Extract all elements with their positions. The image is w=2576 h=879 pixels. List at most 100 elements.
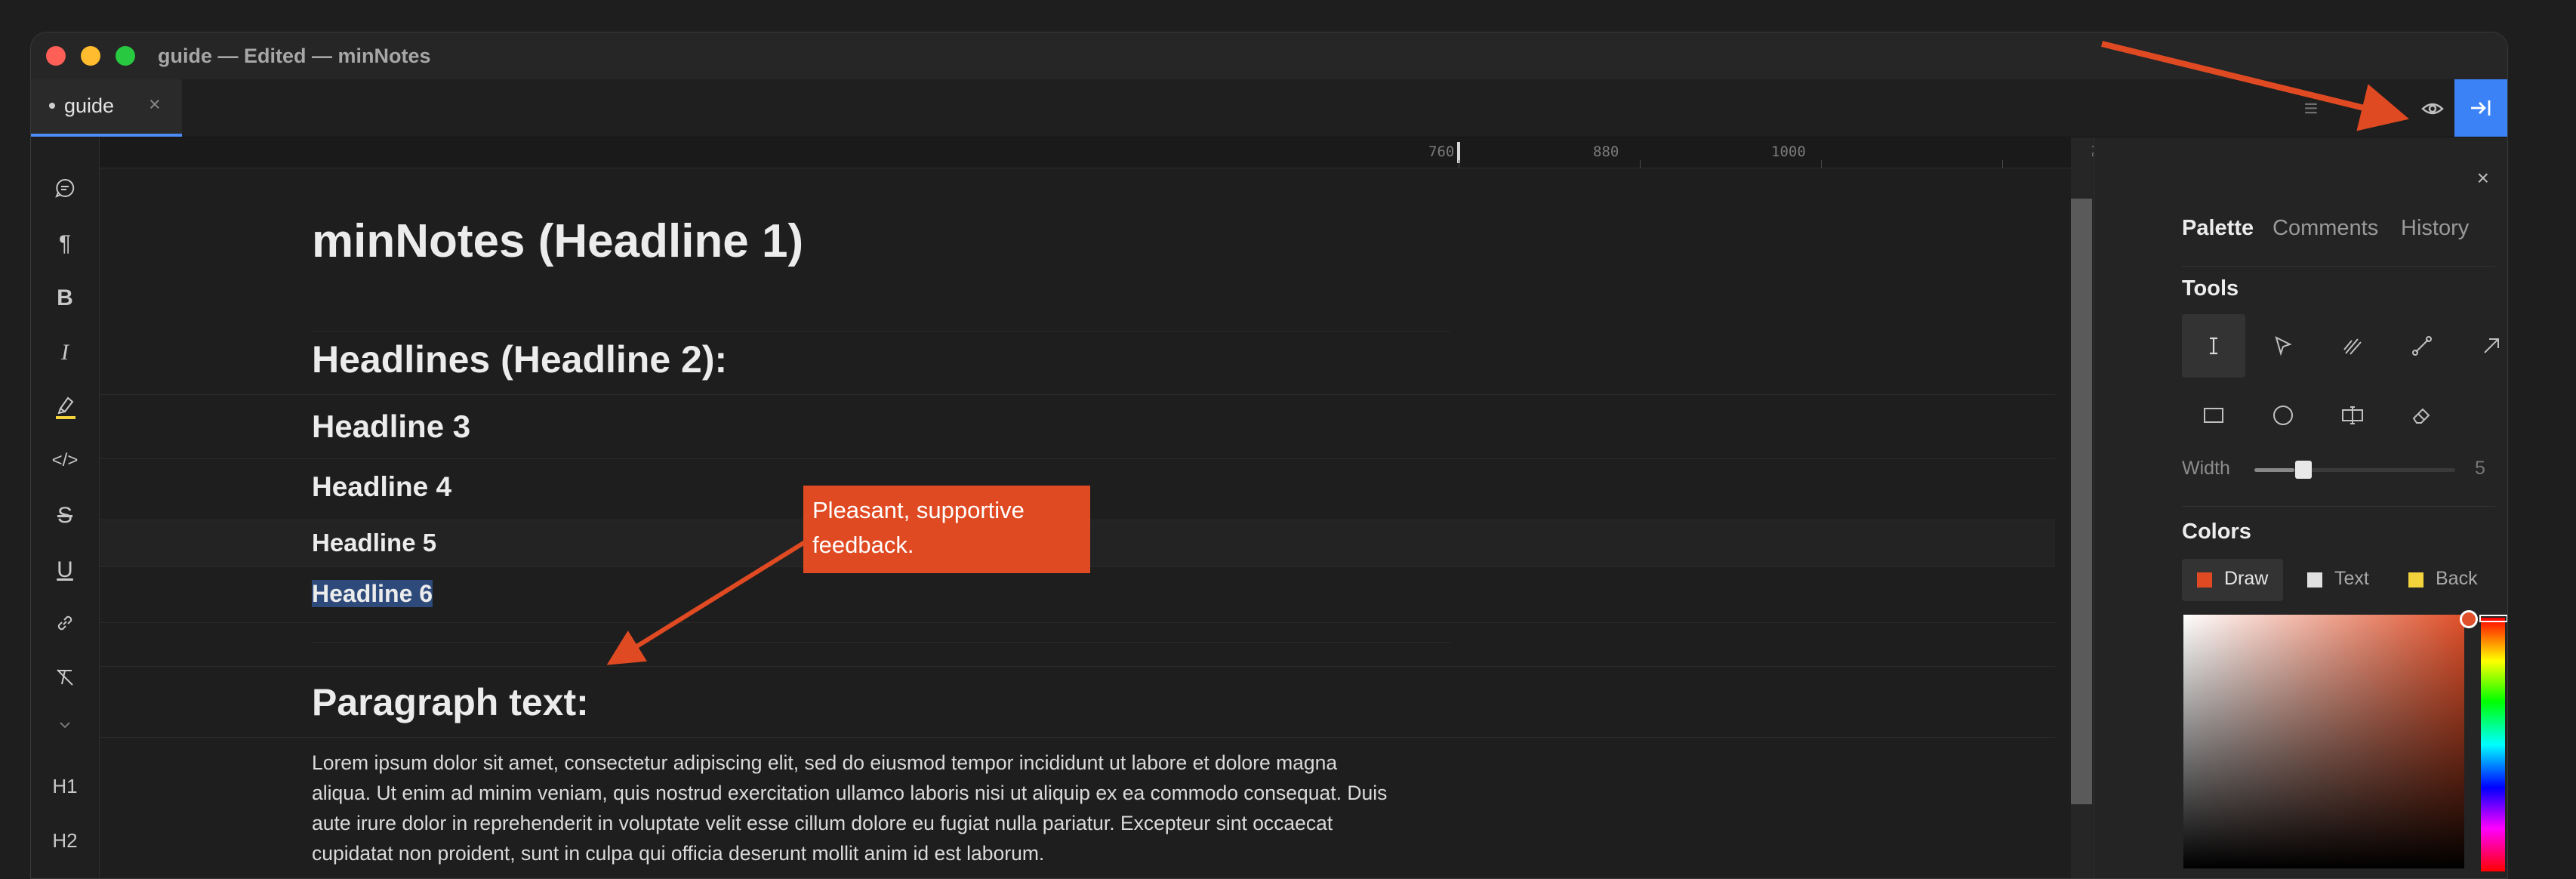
close-panel-icon[interactable]: × — [2477, 166, 2489, 190]
text-box-icon — [2342, 406, 2363, 424]
section-heading: Paragraph text: — [312, 681, 589, 723]
color-tab-back[interactable]: Back — [2393, 559, 2484, 601]
code-button[interactable]: </> — [45, 440, 85, 480]
tab-guide[interactable]: guide × — [31, 79, 182, 137]
paragraph-line: cupidatat non proident, sunt in culpa qu… — [312, 842, 1045, 865]
underline-button[interactable]: U — [45, 548, 85, 589]
color-tab-draw[interactable]: Draw — [2182, 559, 2283, 601]
text-cursor-icon — [2210, 337, 2217, 355]
chevron-down-icon — [60, 722, 70, 729]
headline-5: Headline 5 — [312, 529, 437, 557]
link-button[interactable] — [45, 603, 85, 643]
clear-format-button[interactable] — [45, 657, 85, 698]
ruler-mark: 1000 — [1771, 143, 1806, 160]
close-window-button[interactable] — [46, 46, 66, 66]
color-tab-label: Back — [2436, 568, 2478, 589]
width-label: Width — [2182, 458, 2230, 479]
divider — [312, 331, 1450, 332]
arrow-tool[interactable] — [2460, 314, 2507, 378]
colors-heading: Colors — [2182, 520, 2251, 544]
headline-1-button[interactable]: H1 — [45, 766, 85, 807]
tab-bar: guide × ≡ — [31, 79, 2507, 137]
headline-2: Headlines (Headline 2): — [312, 338, 728, 381]
select-tool[interactable] — [2251, 314, 2315, 378]
color-tab-label: Text — [2334, 568, 2369, 589]
tab-close-icon[interactable]: × — [149, 93, 161, 116]
width-slider-knob[interactable] — [2295, 461, 2312, 479]
headline-6: Headline 6 — [312, 580, 433, 608]
color-picker-field[interactable] — [2183, 615, 2464, 868]
color-tab-text[interactable]: Text — [2292, 559, 2383, 601]
scrollbar-thumb[interactable] — [2071, 199, 2092, 804]
bold-button[interactable]: B — [45, 276, 85, 317]
paragraph: Lorem ipsum dolor sit amet, consectetur … — [312, 748, 1459, 868]
width-value: 5 — [2475, 458, 2485, 479]
comment-button[interactable] — [45, 168, 85, 208]
italic-button[interactable]: I — [45, 331, 85, 372]
zoom-window-button[interactable] — [116, 46, 135, 66]
pilcrow-icon: ¶ — [58, 231, 72, 256]
strikethrough-button[interactable]: S — [45, 494, 85, 535]
tools-heading: Tools — [2182, 276, 2239, 301]
modified-dot-icon — [49, 103, 55, 109]
h2-icon: H2 — [52, 829, 78, 852]
color-picker-knob[interactable] — [2460, 610, 2478, 628]
freehand-tool[interactable] — [2321, 314, 2384, 378]
annotation-text: Pleasant, supportive — [812, 497, 1025, 523]
pointer-icon — [2275, 336, 2292, 356]
tab-history[interactable]: History — [2401, 216, 2469, 241]
italic-icon: I — [61, 340, 69, 365]
h1-icon: H1 — [52, 775, 78, 797]
clear-format-icon — [57, 669, 73, 686]
headline-1: minNotes (Headline 1) — [312, 215, 804, 267]
format-sidebar: ¶ B I </> S U H1 H2 — [31, 137, 100, 878]
tab-comments[interactable]: Comments — [2272, 216, 2378, 241]
paragraph-line: aute irure dolor in reprehenderit in vol… — [312, 812, 1333, 834]
app-window: guide — Edited — minNotes guide × ≡ ¶ B … — [30, 32, 2508, 879]
paragraph-button[interactable]: ¶ — [45, 222, 85, 263]
tab-label: guide — [64, 94, 115, 117]
freehand-icon — [2343, 338, 2362, 355]
eraser-tool[interactable] — [2390, 384, 2454, 447]
text-box-tool[interactable] — [2321, 384, 2384, 447]
text-cursor-tool[interactable] — [2182, 314, 2245, 378]
back-swatch — [2408, 572, 2423, 588]
highlighter-icon — [56, 396, 75, 419]
color-tab-label: Draw — [2224, 568, 2269, 589]
bold-icon: B — [57, 285, 73, 310]
ruler: 760 880 1000 1200 — [100, 137, 2115, 168]
hamburger-icon[interactable]: ≡ — [2297, 94, 2325, 122]
hue-slider[interactable] — [2481, 618, 2505, 871]
line-icon — [2412, 336, 2432, 356]
headline-4: Headline 4 — [312, 471, 452, 502]
ruler-mark: 880 — [1593, 143, 1619, 160]
eraser-icon — [2412, 408, 2430, 424]
code-icon: </> — [51, 450, 79, 470]
more-formats-button[interactable] — [45, 708, 85, 749]
selected-text[interactable]: Headline 6 — [312, 580, 433, 607]
divider — [312, 642, 1450, 643]
headline-3: Headline 3 — [312, 409, 471, 444]
panel-collapse-button[interactable] — [2454, 79, 2507, 137]
panel-collapse-icon — [2471, 100, 2491, 116]
ruler-mark: 760 — [1428, 143, 1455, 160]
line-tool[interactable] — [2390, 314, 2454, 378]
tab-palette[interactable]: Palette — [2182, 216, 2254, 241]
minimize-window-button[interactable] — [81, 46, 100, 66]
editor[interactable]: 760 880 1000 1200 minNotes (Headline 1) … — [100, 137, 2128, 878]
highlight-button[interactable] — [45, 385, 85, 426]
width-slider-fill — [2254, 468, 2294, 472]
rectangle-tool[interactable] — [2182, 384, 2245, 447]
hue-slider-knob[interactable] — [2479, 615, 2507, 622]
right-panel: × Palette Comments History Tools Width 5… — [2094, 137, 2507, 878]
annotation-text: feedback. — [812, 532, 914, 558]
strikethrough-icon: S — [57, 503, 72, 528]
annotation-callout: Pleasant, supportive feedback. — [803, 486, 1090, 573]
draw-swatch — [2197, 572, 2212, 588]
underline-icon: U — [57, 557, 73, 582]
paragraph-line: Lorem ipsum dolor sit amet, consectetur … — [312, 751, 1338, 774]
eye-icon[interactable] — [2414, 90, 2451, 128]
ellipse-tool[interactable] — [2251, 384, 2315, 447]
comment-icon — [55, 178, 75, 198]
headline-2-button[interactable]: H2 — [45, 820, 85, 861]
